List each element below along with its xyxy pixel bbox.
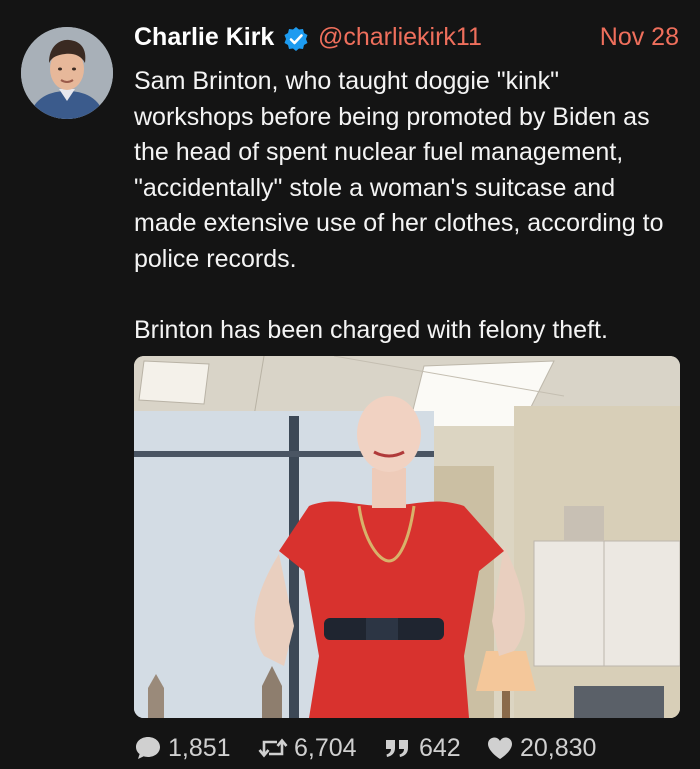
heart-icon <box>488 737 512 759</box>
avatar[interactable] <box>21 27 113 119</box>
retweet-button[interactable]: 6,704 <box>258 733 357 763</box>
avatar-image <box>21 27 113 119</box>
retweet-count: 6,704 <box>294 733 357 762</box>
reply-count: 1,851 <box>168 733 231 762</box>
retweet-icon <box>258 738 288 758</box>
reply-icon <box>136 737 160 759</box>
verified-badge-icon <box>283 26 309 52</box>
like-button[interactable]: 20,830 <box>486 733 596 763</box>
tweet-header: Charlie Kirk @charliekirk11 Nov 28 <box>134 22 679 54</box>
quote-icon <box>386 740 408 757</box>
tweet-photo[interactable] <box>134 356 680 718</box>
quote-count: 642 <box>419 733 461 762</box>
reply-button[interactable]: 1,851 <box>134 733 231 763</box>
author-name[interactable]: Charlie Kirk <box>134 22 274 52</box>
author-handle[interactable]: @charliekirk11 <box>318 22 482 52</box>
tweet-text: Sam Brinton, who taught doggie "kink" wo… <box>134 67 664 345</box>
quote-button[interactable]: 642 <box>383 733 461 763</box>
photo-image <box>134 356 680 718</box>
tweet-date[interactable]: Nov 28 <box>600 22 679 52</box>
tweet-stats: 1,851 6,704 642 20,830 <box>134 733 700 763</box>
like-count: 20,830 <box>520 733 597 762</box>
